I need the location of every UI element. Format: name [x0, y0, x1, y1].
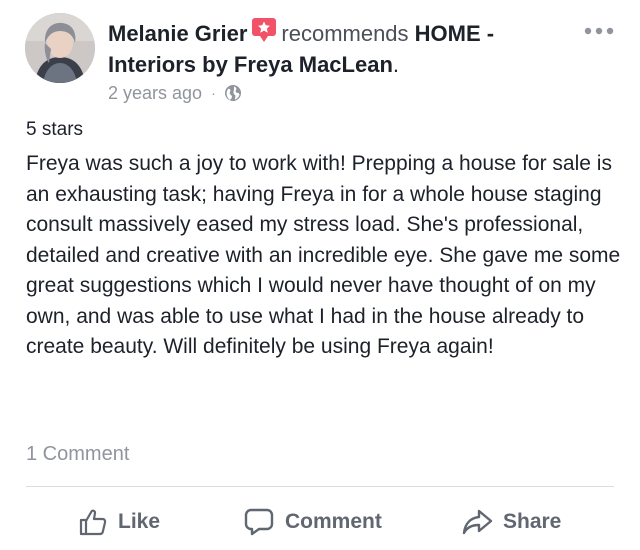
share-arrow-icon [461, 507, 493, 537]
share-label: Share [503, 510, 562, 533]
comment-count-link[interactable]: 1 Comment [26, 441, 129, 467]
post-meta: 2 years ago · [108, 81, 242, 105]
ellipsis-icon[interactable] [582, 24, 616, 38]
author-name[interactable]: Melanie Grier [108, 21, 247, 46]
comment-button[interactable]: Comment [243, 500, 382, 544]
globe-icon[interactable] [224, 84, 242, 102]
author-avatar[interactable] [25, 13, 95, 83]
post-headline: Melanie Grier recommends HOME - Interior… [108, 16, 578, 80]
avatar-photo [25, 13, 95, 83]
review-text: Freya was such a joy to work with! Prepp… [26, 152, 621, 358]
share-button[interactable]: Share [461, 500, 561, 544]
recommendation-post: Melanie Grier recommends HOME - Interior… [0, 0, 640, 550]
speech-bubble-icon [243, 507, 275, 537]
post-timestamp[interactable]: 2 years ago [108, 81, 202, 105]
like-label: Like [118, 510, 161, 533]
headline-period: . [392, 52, 400, 77]
recommend-star-icon [251, 16, 277, 44]
star-rating: 5 stars [26, 119, 84, 140]
comment-label: Comment [285, 510, 382, 533]
action-bar: Like Comment Share [0, 500, 640, 544]
action-divider [26, 486, 614, 487]
thumbs-up-icon [78, 507, 108, 537]
meta-separator: · [211, 85, 216, 101]
recommends-label: recommends [281, 21, 409, 46]
like-button[interactable]: Like [78, 500, 160, 544]
